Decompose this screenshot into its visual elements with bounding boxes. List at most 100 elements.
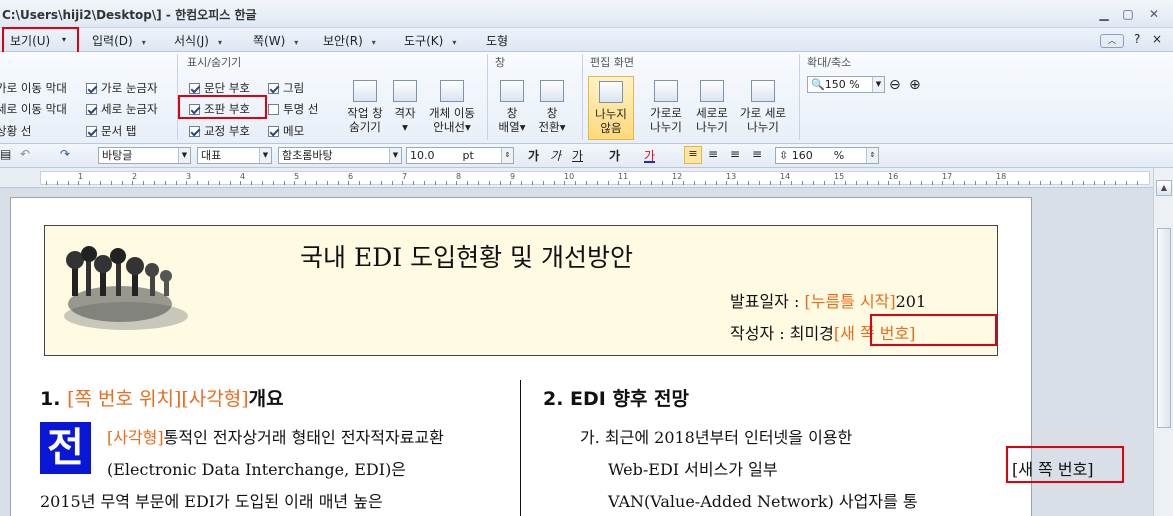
- split-both-button[interactable]: 가로 세로 나누기: [736, 80, 790, 134]
- ruler-number: 5: [294, 172, 300, 181]
- ruler-number: 8: [456, 172, 462, 181]
- horizontal-ruler[interactable]: 1 2 3 4 5 6 7 8 9 10 11 12 13 14 15 16 17 18: [0, 168, 1153, 188]
- ruler-tick: [1082, 181, 1084, 185]
- checkbox-memo[interactable]: 메모: [268, 123, 304, 139]
- no-split-button[interactable]: 나누지 않음: [588, 76, 634, 140]
- switch-window-button[interactable]: 창 전환▾: [534, 80, 570, 134]
- style-select[interactable]: 바탕글 ▼: [98, 147, 191, 164]
- checkbox-proof-mark[interactable]: 교정 부호: [189, 123, 250, 139]
- align-justify-icon[interactable]: ≡: [684, 146, 702, 164]
- strike-button[interactable]: 가: [609, 147, 620, 164]
- page-number-marker[interactable]: [새 쪽 번호]: [1012, 456, 1094, 480]
- ruler-tick: [218, 181, 220, 185]
- ruler-tick: [866, 181, 868, 185]
- minimize-icon[interactable]: ▁: [1095, 6, 1113, 22]
- menu-view[interactable]: 보기(U): [10, 32, 50, 49]
- font-select[interactable]: 함초롬바탕 ▼: [278, 147, 402, 164]
- line-spacing-select[interactable]: ⇳ 160 % ⇕: [775, 147, 879, 164]
- menu-security[interactable]: 보안(R) ▾: [323, 32, 376, 49]
- ruler-tick: [748, 181, 749, 185]
- close-doc-icon[interactable]: ×: [1152, 32, 1162, 46]
- undo-icon[interactable]: ↶: [20, 147, 30, 161]
- ruler-tick: [791, 181, 793, 185]
- chevron-down-icon[interactable]: ▾: [62, 35, 66, 44]
- menu-shape[interactable]: 도형: [486, 32, 508, 49]
- ruler-tick: [110, 181, 112, 185]
- group-zoom: 확대/축소: [807, 56, 852, 69]
- ruler-tick: [348, 181, 350, 185]
- vertical-scrollbar[interactable]: ▲: [1153, 168, 1173, 516]
- field-marker[interactable]: [쪽 번호 위치][사각형]: [67, 388, 249, 410]
- ruler-tick: [434, 181, 436, 185]
- redo-icon[interactable]: ↷: [60, 147, 70, 161]
- underline-button[interactable]: 가: [572, 147, 583, 164]
- restore-icon[interactable]: ▢: [1119, 6, 1137, 22]
- align-left-icon[interactable]: ≡: [708, 147, 718, 161]
- ruler-tick: [704, 181, 706, 185]
- ribbon-collapse-button[interactable]: ︿: [1100, 34, 1124, 48]
- ribbon: 가로 이동 막대 세로 이동 막대 상황 선 가로 눈금자 세로 눈금자 문서 …: [0, 52, 1173, 144]
- menu-tools[interactable]: 도구(K) ▾: [404, 32, 456, 49]
- menu-format[interactable]: 서식(J) ▾: [174, 32, 222, 49]
- scroll-thumb[interactable]: [1157, 228, 1171, 428]
- zoom-select[interactable]: 🔍150 % ▼: [807, 76, 885, 93]
- ruler-number: 2: [132, 172, 138, 181]
- ruler-number: 13: [726, 172, 737, 181]
- author-line: 작성자 : 최미경[새 쪽 번호]: [730, 324, 916, 343]
- split-vertical-button[interactable]: 세로로 나누기: [690, 80, 734, 134]
- task-pane-button[interactable]: 작업 창 숨기기: [340, 80, 390, 134]
- ruler-tick: [629, 181, 631, 185]
- arrange-icon: [500, 80, 524, 102]
- check-icon: [86, 82, 97, 94]
- scroll-up-icon[interactable]: ▲: [1156, 180, 1172, 196]
- ruler-tick: [391, 181, 393, 185]
- align-right-icon[interactable]: ≡: [752, 147, 762, 161]
- page-number-marker[interactable]: [새 쪽 번호]: [834, 324, 916, 343]
- ruler-tick: [424, 181, 425, 185]
- grid-button[interactable]: 격자 ▾: [390, 80, 420, 134]
- page-icon[interactable]: ▤: [0, 147, 11, 161]
- ruler-tick: [564, 181, 566, 185]
- checkbox-vertical-scroll[interactable]: 세로 이동 막대: [0, 101, 67, 117]
- group-show-hide: 표시/숨기기: [187, 56, 242, 69]
- zoom-out-icon[interactable]: ⊖: [889, 77, 901, 93]
- group-window: 창: [495, 56, 506, 69]
- checkbox-horizontal-scroll[interactable]: 가로 이동 막대: [0, 80, 67, 96]
- font-color-button[interactable]: 가: [644, 147, 656, 163]
- menu-page[interactable]: 쪽(W) ▾: [253, 32, 298, 49]
- ruler-number: 9: [510, 172, 516, 181]
- checkbox-picture[interactable]: 그림: [268, 80, 304, 96]
- checkbox-transparent-line[interactable]: 투명 선: [268, 101, 318, 117]
- ruler-tick: [899, 181, 901, 185]
- ruler-tick: [467, 181, 469, 185]
- arrange-window-button[interactable]: 창 배열▾: [494, 80, 530, 134]
- chevron-down-icon: ▾: [294, 38, 299, 47]
- split-horizontal-button[interactable]: 가로로 나누기: [644, 80, 688, 134]
- checkbox-document-tab[interactable]: 문서 탭: [86, 123, 136, 139]
- align-center-icon[interactable]: ≡: [730, 147, 740, 161]
- ruler-tick: [953, 181, 955, 185]
- ruler-tick: [985, 181, 987, 185]
- field-marker[interactable]: [누름틀 시작]: [804, 292, 895, 311]
- menu-input[interactable]: 입력(D) ▾: [92, 32, 146, 49]
- check-icon: [268, 103, 279, 115]
- guide-button[interactable]: 개체 이동 안내선▾: [423, 80, 481, 134]
- checkbox-layout-mark[interactable]: 조판 부호: [189, 101, 250, 117]
- checkbox-horizontal-ruler[interactable]: 가로 눈금자: [86, 80, 158, 96]
- ruler-tick: [132, 181, 134, 185]
- zoom-in-icon[interactable]: ⊕: [909, 77, 921, 93]
- ink-landscape-image: [64, 246, 188, 330]
- checkbox-vertical-ruler[interactable]: 세로 눈금자: [86, 101, 158, 117]
- italic-button[interactable]: 가: [550, 147, 561, 164]
- close-icon[interactable]: ✕: [1145, 6, 1163, 22]
- ruler-tick: [316, 181, 317, 185]
- paragraph-1-line-3: 2015년 무역 부문에 EDI가 도입된 이래 매년 높은: [40, 492, 383, 511]
- help-icon[interactable]: ?: [1134, 32, 1140, 46]
- language-select[interactable]: 대표 ▼: [197, 147, 272, 164]
- bold-button[interactable]: 가: [528, 147, 539, 164]
- font-size-select[interactable]: 10.0 pt ⇕: [406, 147, 514, 164]
- checkbox-status-line[interactable]: 상황 선: [0, 123, 31, 139]
- field-marker[interactable]: [사각형]: [107, 428, 164, 447]
- ruler-tick: [553, 181, 555, 185]
- checkbox-paragraph-mark[interactable]: 문단 부호: [189, 80, 250, 96]
